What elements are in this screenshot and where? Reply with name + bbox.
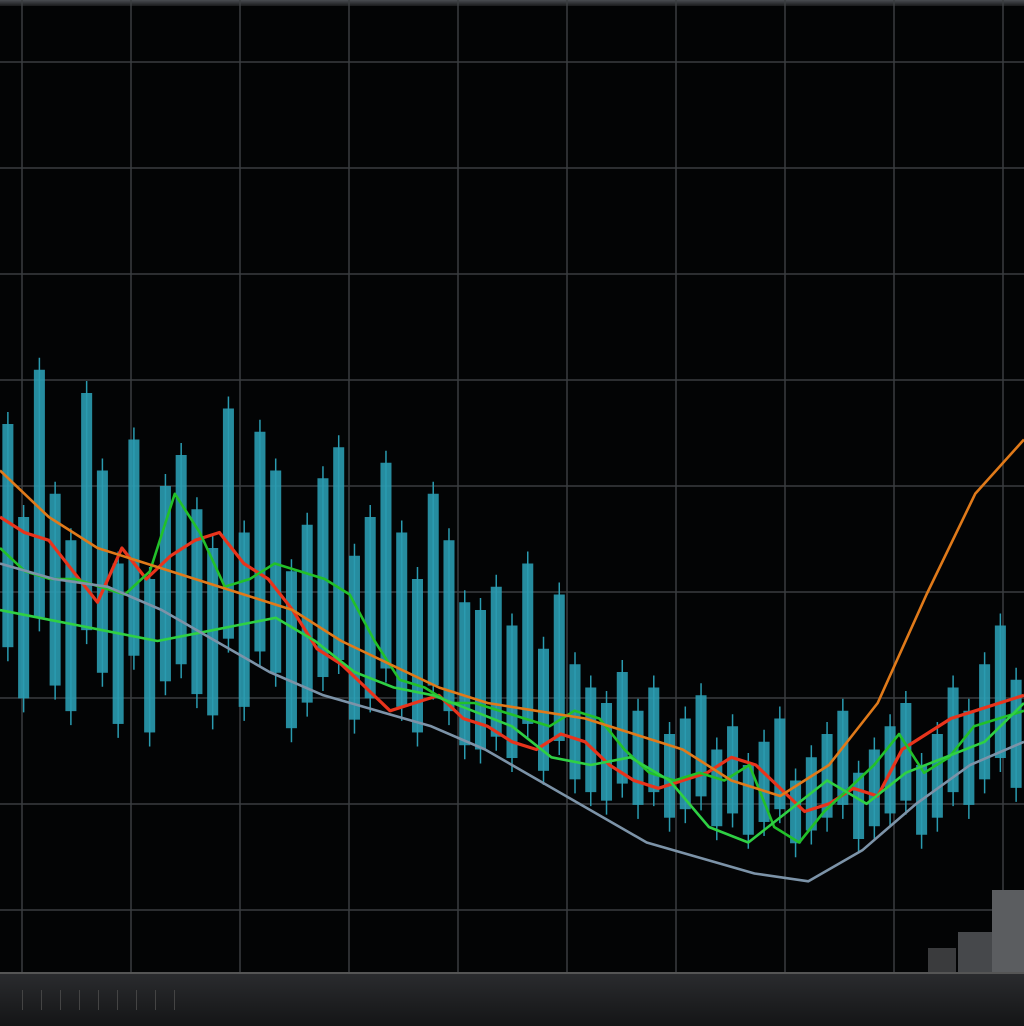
resize-handle[interactable] — [958, 932, 992, 972]
ticker-item[interactable] — [4, 990, 23, 1010]
ticker-strip — [4, 990, 175, 1010]
ticker-item[interactable] — [118, 990, 137, 1010]
ticker-item[interactable] — [137, 990, 156, 1010]
price-chart[interactable] — [0, 0, 1024, 972]
ticker-item[interactable] — [80, 990, 99, 1010]
ticker-item[interactable] — [61, 990, 80, 1010]
bottom-ticker-bar — [0, 972, 1024, 1026]
ticker-item[interactable] — [99, 990, 118, 1010]
scroll-thumb[interactable] — [992, 890, 1024, 972]
chart-window — [0, 0, 1024, 1026]
ticker-item[interactable] — [42, 990, 61, 1010]
ticker-item[interactable] — [156, 990, 175, 1010]
ticker-item[interactable] — [23, 990, 42, 1010]
volume-block — [928, 948, 956, 972]
